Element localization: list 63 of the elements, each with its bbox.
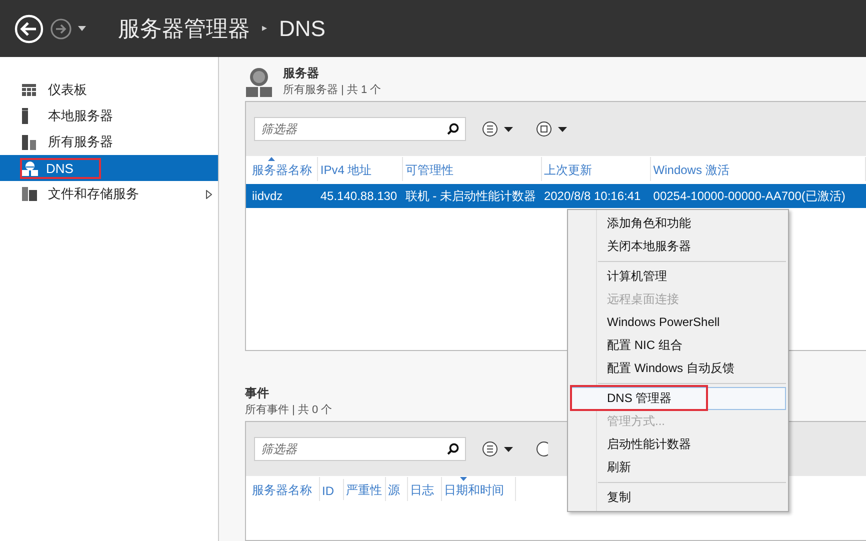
section-title: 服务器 — [283, 65, 319, 82]
search-icon — [447, 443, 459, 455]
back-button[interactable] — [14, 14, 46, 44]
column-header[interactable]: ID — [320, 478, 344, 500]
save-options-icon — [536, 121, 568, 137]
sidebar-label: 本地服务器 — [47, 107, 114, 125]
menu-item[interactable]: 关闭本地服务器 — [570, 235, 786, 258]
menu-item[interactable]: 添加角色和功能 — [570, 212, 786, 235]
sidebar-label: 所有服务器 — [47, 133, 114, 151]
servers-icon — [22, 134, 36, 150]
table-cell-text: iidvdz — [251, 189, 284, 203]
grid-icon — [22, 84, 36, 96]
menu-item[interactable]: DNS 管理器 — [570, 387, 786, 410]
forward-button[interactable] — [48, 18, 74, 40]
sidebar-item[interactable]: DNS — [0, 155, 218, 181]
column-header[interactable]: 可管理性 — [403, 157, 542, 181]
history-dropdown[interactable] — [76, 26, 88, 31]
section-title: 事件 — [245, 385, 269, 402]
filter-field[interactable]: 筛选器 — [255, 118, 447, 140]
server-globe-icon — [245, 67, 273, 97]
sidebar-label: DNS — [20, 158, 102, 178]
menu-item[interactable]: 启动性能计数器 — [570, 433, 786, 456]
menu-item[interactable]: 刷新 — [570, 456, 786, 479]
sidebar-item[interactable]: 文件和存储服务 — [0, 181, 218, 207]
column-header[interactable]: 日期和时间 — [442, 477, 516, 501]
column-header[interactable]: 源 — [386, 477, 408, 501]
column-header[interactable]: IPv4 地址 — [318, 157, 404, 181]
sidebar-label: 文件和存储服务 — [47, 185, 140, 203]
search-box[interactable]: 筛选器 — [254, 117, 466, 141]
filter-field[interactable]: 筛选器 — [255, 438, 447, 460]
section-subtitle: 所有事件 | 共 0 个 — [245, 403, 332, 417]
sidebar-label: 仪表板 — [47, 81, 88, 99]
column-header[interactable]: 上次更新 — [542, 157, 652, 181]
search-icon — [447, 123, 459, 135]
menu-item[interactable]: Windows PowerShell — [570, 311, 786, 334]
column-header[interactable]: Windows 激活 — [651, 157, 866, 181]
list-options-icon — [482, 441, 514, 457]
table-cell-text: 联机 - 未启动性能计数器 — [404, 188, 537, 204]
list-options-icon — [482, 121, 514, 137]
sidebar-item[interactable]: 所有服务器 — [0, 129, 218, 155]
caret-icon — [78, 26, 86, 31]
table-row[interactable]: iidvdz 45.140.88.130 联机 - 未启动性能计数器 2020/8/8 10:16:41 00254-10000-00000-AA700(已激活) — [246, 184, 866, 208]
menu-item[interactable]: 配置 NIC 组合 — [570, 334, 786, 357]
menu-item[interactable]: 复制 — [570, 486, 786, 509]
search-box[interactable]: 筛选器 — [254, 437, 466, 461]
app-title: 服务器管理器 — [118, 14, 250, 42]
sidebar-item[interactable]: 仪表板 — [0, 77, 218, 103]
page-title: DNS — [279, 16, 326, 42]
server-icon — [22, 108, 28, 124]
storage-icon — [22, 187, 37, 201]
menu-item[interactable]: 计算机管理 — [570, 265, 786, 288]
table-cell-text: 2020/8/8 10:16:41 — [542, 189, 642, 203]
menu-item[interactable]: 配置 Windows 自动反馈 — [570, 357, 786, 380]
breadcrumb-separator: ▸ — [262, 23, 268, 34]
table-cell-text: 00254-10000-00000-AA700(已激活) — [652, 188, 846, 204]
section-subtitle: 所有服务器 | 共 1 个 — [283, 83, 382, 97]
network-server-icon — [22, 160, 38, 176]
column-header[interactable]: 严重性 — [344, 477, 386, 501]
column-header[interactable]: 服务器名称 — [250, 157, 318, 181]
column-header[interactable]: 日志 — [408, 477, 442, 501]
table-cell-text: 45.140.88.130 — [319, 189, 398, 203]
sidebar-item[interactable]: 本地服务器 — [0, 103, 218, 129]
column-header[interactable]: 服务器名称 — [250, 477, 320, 501]
